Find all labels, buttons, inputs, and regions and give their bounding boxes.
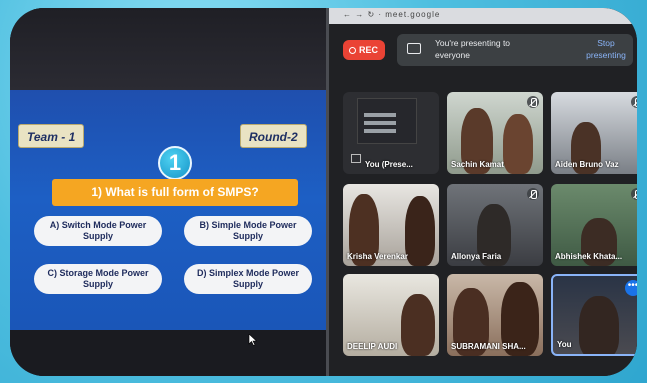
participant-name: Aiden Bruno Vaz bbox=[555, 160, 619, 169]
more-options-icon[interactable]: ••• bbox=[625, 280, 637, 296]
record-icon bbox=[349, 47, 356, 54]
mic-muted-icon bbox=[527, 96, 539, 108]
recording-button[interactable]: REC bbox=[343, 40, 385, 60]
participant-name: Abhishek Khata... bbox=[555, 252, 623, 261]
question-text: 1) What is full form of SMPS? bbox=[52, 179, 298, 206]
round-label: Round-2 bbox=[240, 124, 307, 148]
monitor-photo: Team - 1 Round-2 1 1) What is full form … bbox=[10, 8, 637, 376]
participant-tile[interactable]: Aiden Bruno Vaz bbox=[551, 92, 637, 174]
participant-tile[interactable]: Abhishek Khata... bbox=[551, 184, 637, 266]
participant-tile[interactable]: Sachin Kamat bbox=[447, 92, 543, 174]
mic-muted-icon bbox=[527, 188, 539, 200]
stop-presenting-button[interactable]: Stop presenting bbox=[577, 37, 635, 61]
participant-tile[interactable]: Allonya Faria bbox=[447, 184, 543, 266]
participant-name: Allonya Faria bbox=[451, 252, 502, 261]
option-d: D) Simplex Mode Power Supply bbox=[184, 264, 312, 294]
participant-tile[interactable]: Krisha Verenkar bbox=[343, 184, 439, 266]
right-monitor: ← → ↻ · meet.google REC You're presentin… bbox=[326, 8, 637, 376]
presenting-message: You're presenting to everyone bbox=[435, 38, 511, 60]
monitor-bottom-bezel bbox=[10, 330, 332, 376]
mic-muted-icon bbox=[631, 96, 637, 108]
photo-frame: Team - 1 Round-2 1 1) What is full form … bbox=[0, 0, 647, 383]
presentation-thumbnail bbox=[357, 98, 417, 144]
option-c: C) Storage Mode Power Supply bbox=[34, 264, 162, 294]
mic-muted-icon bbox=[631, 188, 637, 200]
mouse-cursor-icon bbox=[248, 334, 258, 346]
quiz-slide: Team - 1 Round-2 bbox=[10, 90, 326, 330]
participant-name: You bbox=[557, 340, 572, 349]
team-label: Team - 1 bbox=[18, 124, 85, 148]
self-view-tile[interactable]: ••• You bbox=[551, 274, 637, 356]
participant-tile[interactable]: You (Prese... bbox=[343, 92, 439, 174]
participant-name: You (Prese... bbox=[365, 160, 413, 169]
present-screen-icon bbox=[407, 43, 421, 54]
browser-address-bar[interactable]: ← → ↻ · meet.google bbox=[329, 8, 637, 24]
participant-name: DEELIP AUDI bbox=[347, 342, 398, 351]
participant-name: Krisha Verenkar bbox=[347, 252, 408, 261]
left-monitor: Team - 1 Round-2 1 1) What is full form … bbox=[10, 8, 332, 376]
presenting-icon bbox=[351, 154, 361, 163]
participant-tile[interactable]: SUBRAMANI SHA... bbox=[447, 274, 543, 356]
option-a: A) Switch Mode Power Supply bbox=[34, 216, 162, 246]
option-b: B) Simple Mode Power Supply bbox=[184, 216, 312, 246]
participant-name: SUBRAMANI SHA... bbox=[451, 342, 526, 351]
question-number-badge: 1 bbox=[158, 146, 192, 180]
presenting-banner: You're presenting to everyone Stop present… bbox=[397, 34, 633, 66]
participant-tile[interactable]: DEELIP AUDI bbox=[343, 274, 439, 356]
participant-name: Sachin Kamat bbox=[451, 160, 504, 169]
monitor-top-bezel bbox=[10, 8, 332, 90]
